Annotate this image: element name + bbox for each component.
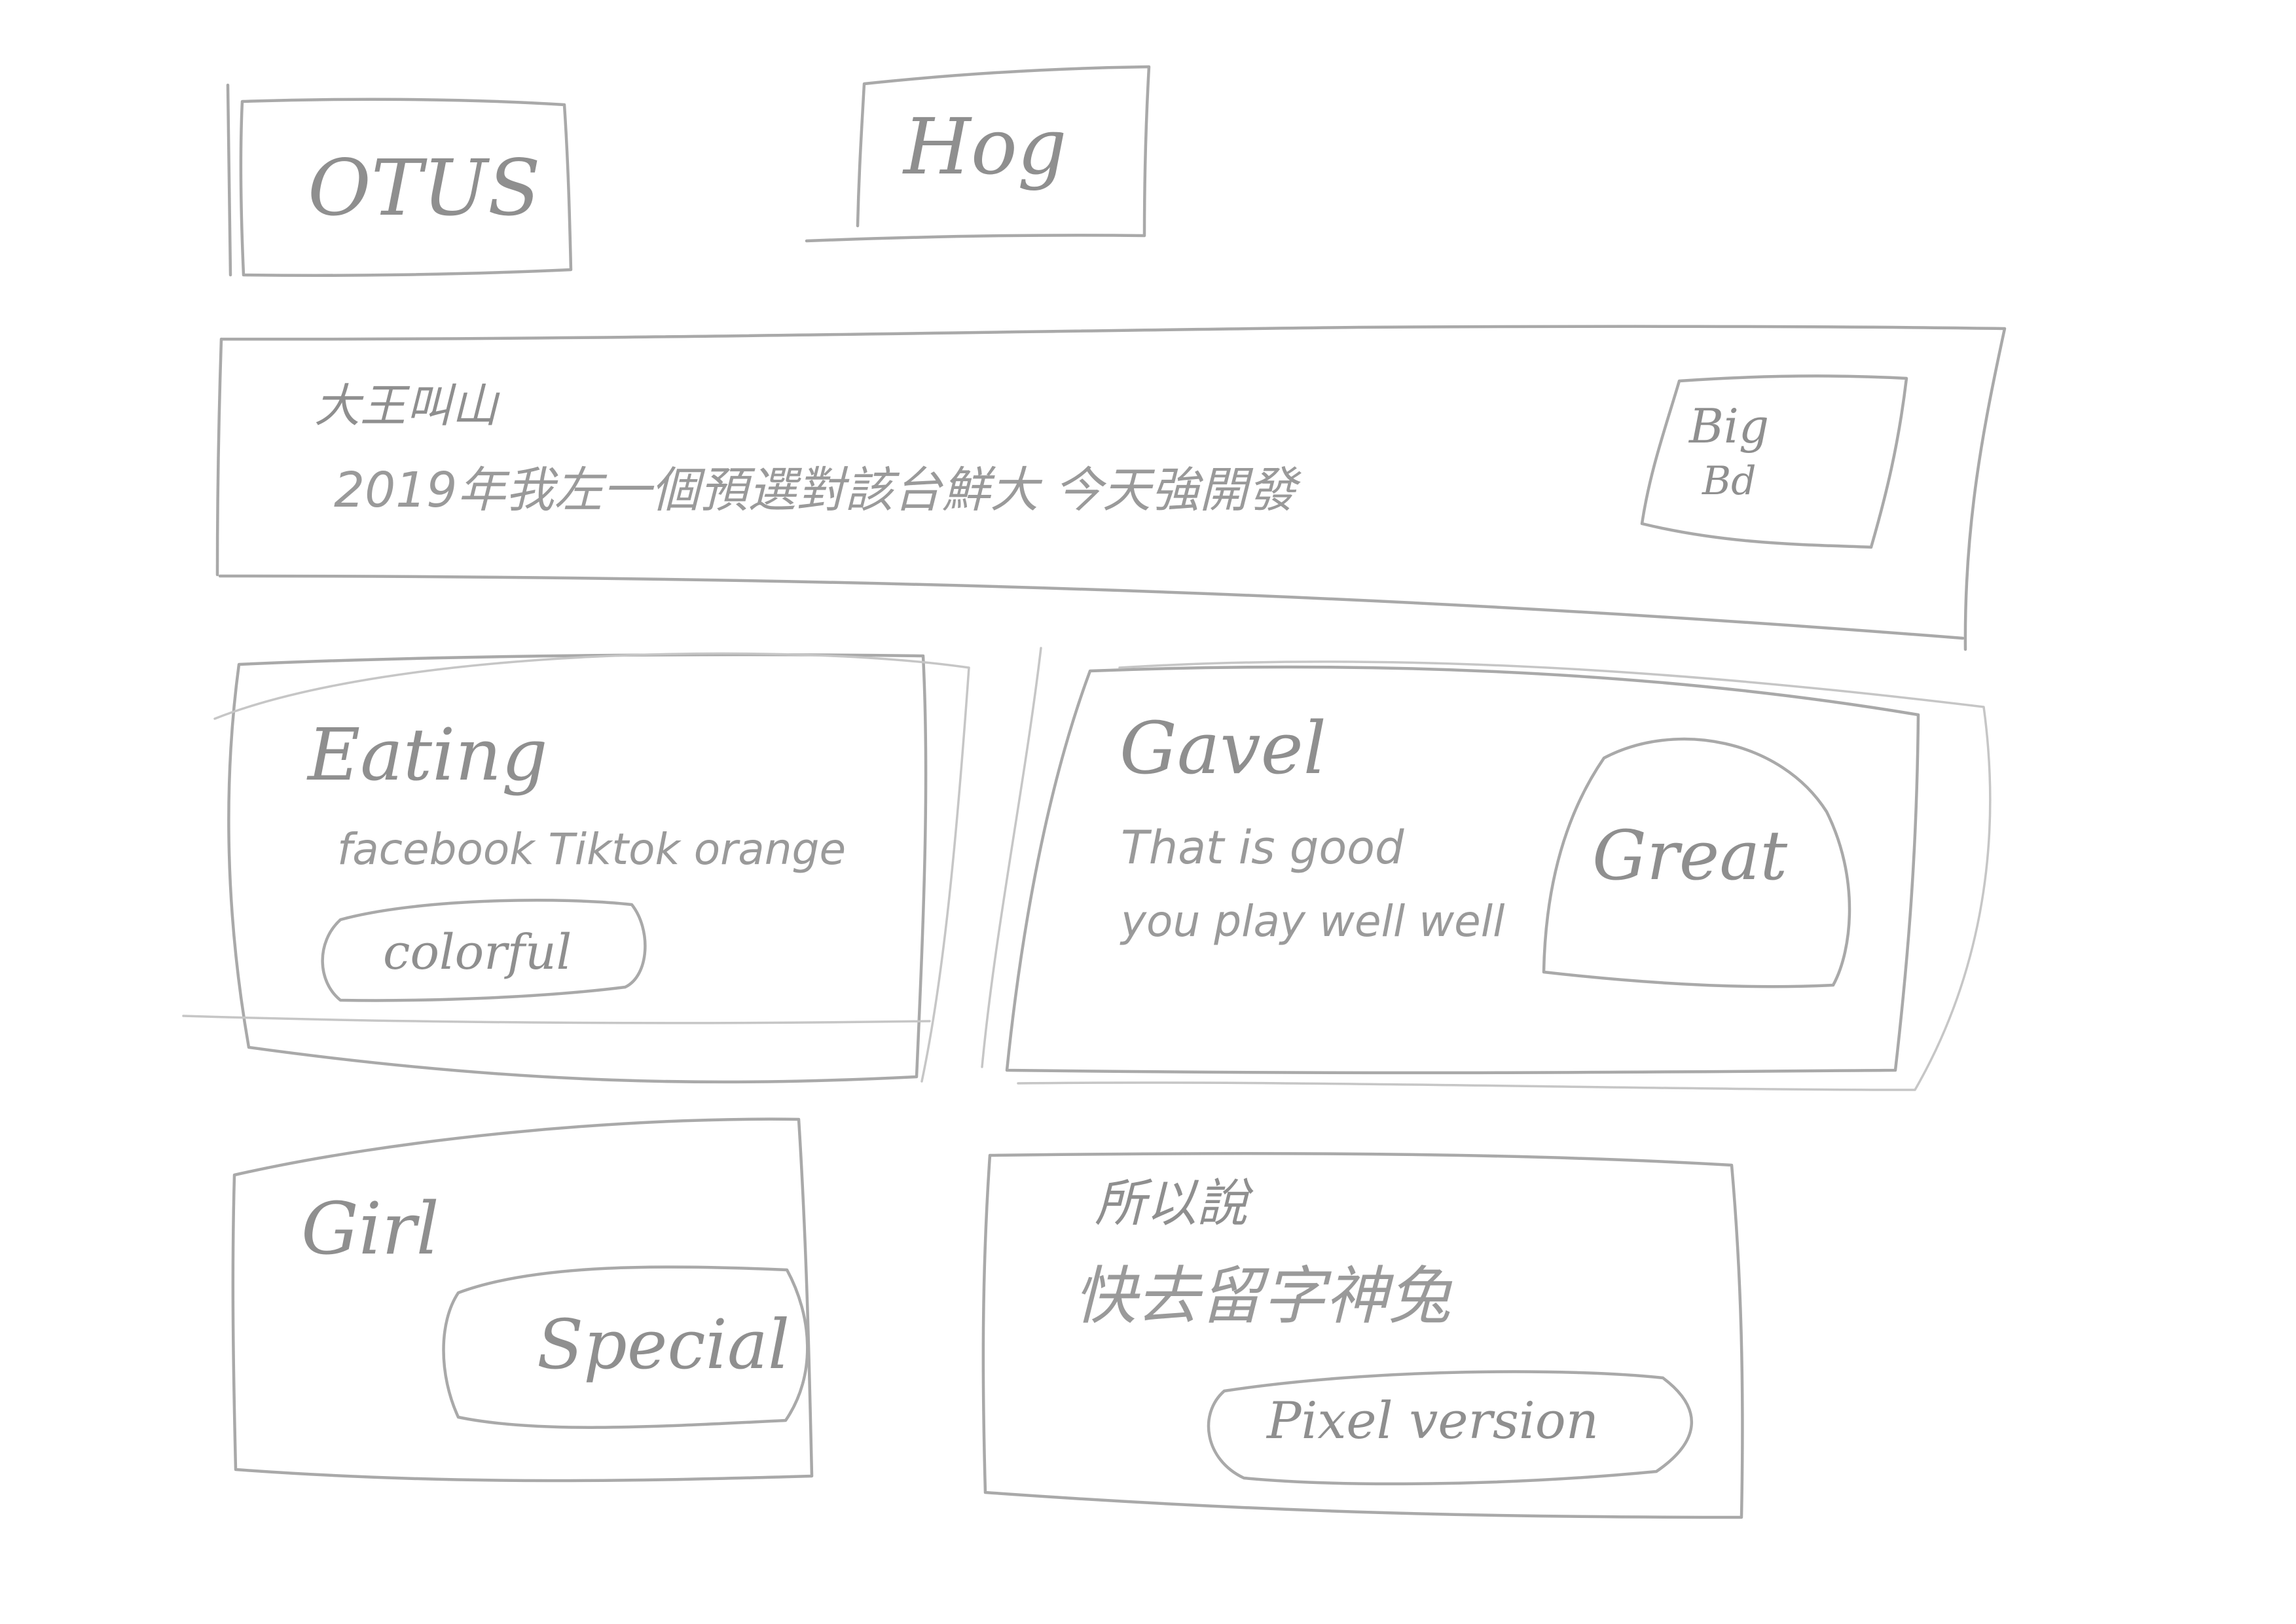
banner-badge-line2: Bd: [1702, 458, 1757, 504]
card-gavel-text-line1: That is good: [1121, 821, 1404, 875]
card-suoyishuo-text: 快去留字神兔: [1074, 1259, 1451, 1333]
card-girl-title: Girl: [301, 1187, 439, 1271]
wireframe-sketch: [182, 65, 2007, 1519]
banner-text: 2019年我左一個預選對該台鮮大 今天強開發: [334, 462, 1296, 518]
nav-label[interactable]: Hog: [903, 108, 1066, 185]
banner-badge-outline: [1640, 374, 1908, 549]
banner-badge-line1: Big: [1689, 399, 1770, 454]
card-gavel-text-line2: you play well well: [1121, 896, 1505, 947]
card-suoyishuo-tag[interactable]: Pixel version: [1267, 1396, 1599, 1447]
logo-label: OTUS: [308, 143, 541, 233]
card-suoyishuo-title: 所以說: [1095, 1174, 1248, 1233]
card-eating-tag[interactable]: colorful: [383, 928, 572, 977]
banner-title: 大王叫山: [314, 379, 498, 433]
card-girl-tag[interactable]: Special: [537, 1310, 790, 1379]
card-gavel-title: Gavel: [1120, 706, 1326, 790]
card-gavel-badge[interactable]: Great: [1592, 821, 1787, 890]
card-eating-text: facebook Tiktok orange: [337, 824, 847, 875]
card-eating-title: Eating: [308, 713, 548, 797]
